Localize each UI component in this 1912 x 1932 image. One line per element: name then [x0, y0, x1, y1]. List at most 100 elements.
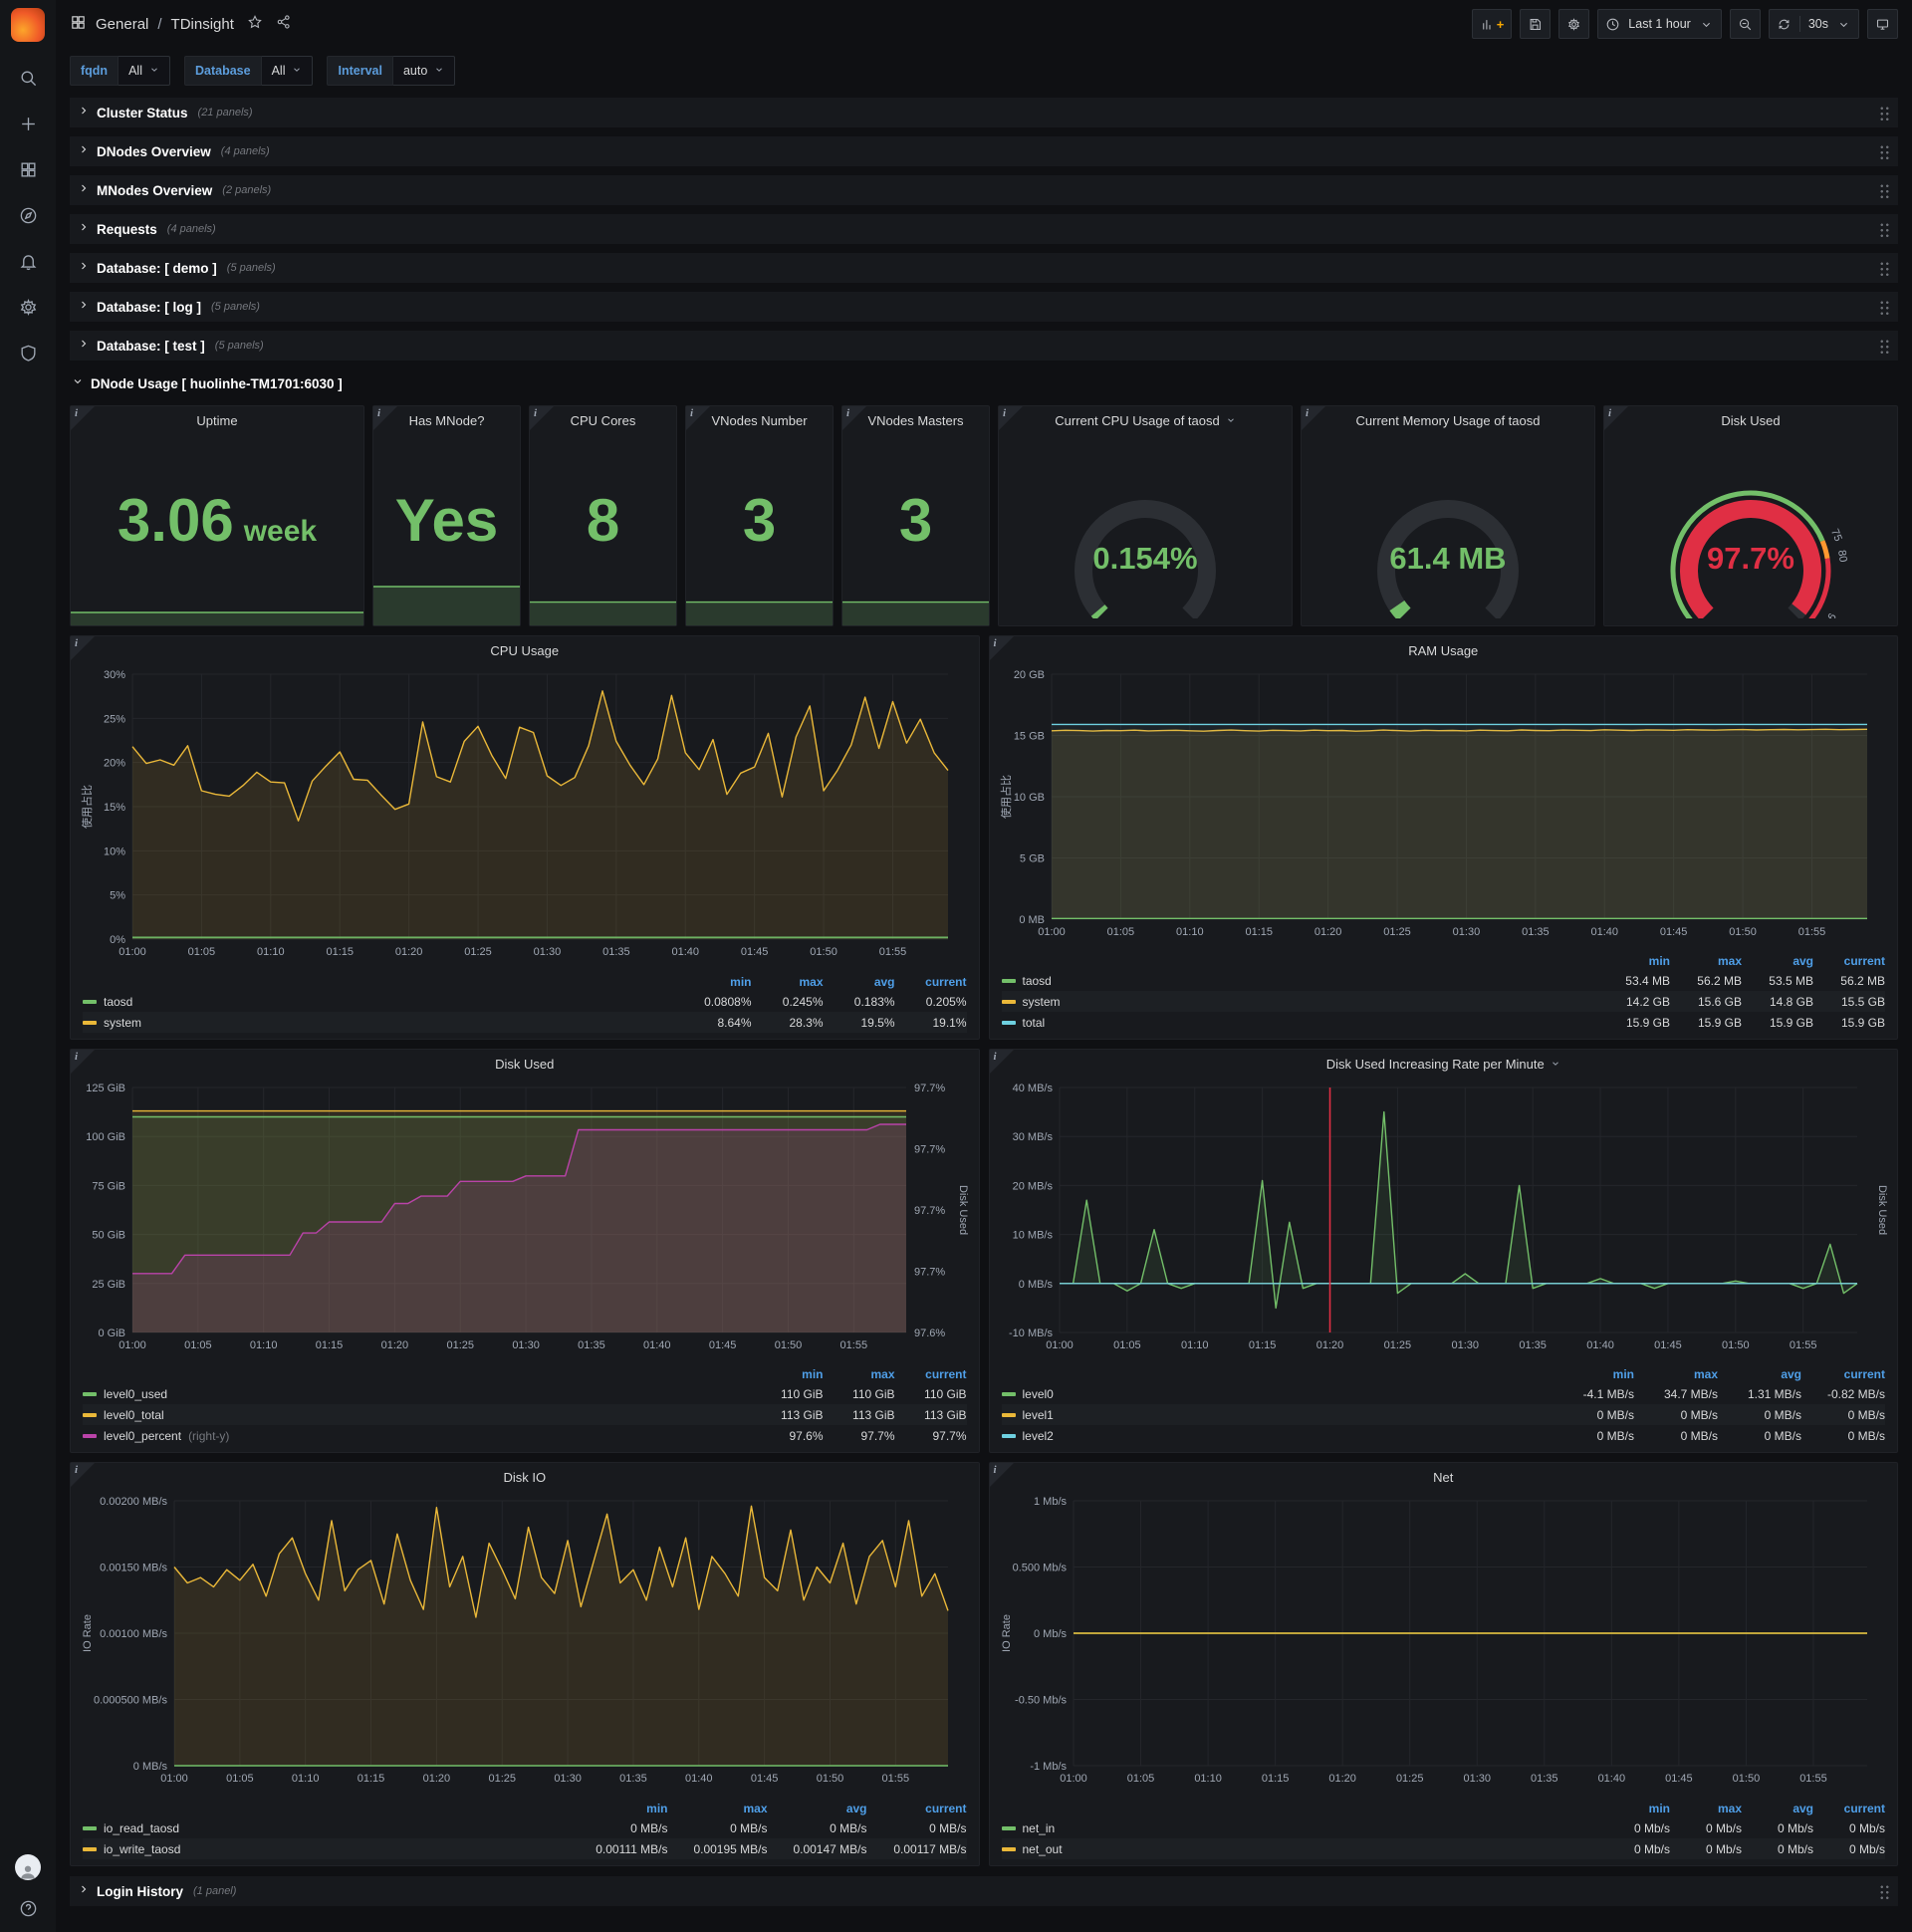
legend-series-name[interactable]: level0_used [83, 1387, 752, 1401]
legend-series-name[interactable]: level2 [1001, 1429, 1552, 1443]
panel-title[interactable]: Current Memory Usage of taosd [1302, 406, 1594, 434]
panel-info-icon[interactable]: i [989, 1050, 1014, 1074]
dashboard-row[interactable]: Database: [ log ] (5 panels) [70, 292, 1898, 322]
panel-title[interactable]: Net [998, 1463, 1890, 1491]
legend-column-header[interactable]: current [895, 975, 966, 989]
panel-title[interactable]: RAM Usage [998, 636, 1890, 664]
panel-info-icon[interactable]: i [989, 1463, 1014, 1487]
server-admin-shield-icon[interactable] [18, 343, 38, 362]
panel-title[interactable]: Disk Used Increasing Rate per Minute [998, 1050, 1890, 1078]
legend-column-header[interactable]: max [824, 1367, 894, 1381]
cycle-view-mode-button[interactable] [1867, 9, 1898, 39]
grafana-logo[interactable] [11, 8, 45, 42]
row-drag-handle[interactable] [1879, 338, 1890, 354]
legend-series-name[interactable]: net_in [1001, 1821, 1599, 1835]
legend-series-name[interactable]: level0 [1001, 1387, 1552, 1401]
legend-column-header[interactable]: current [895, 1367, 966, 1381]
legend-column-header[interactable]: current [1813, 954, 1885, 968]
share-icon[interactable] [276, 14, 292, 34]
star-icon[interactable] [247, 14, 263, 34]
dashboard-row[interactable]: Requests (4 panels) [70, 214, 1898, 244]
panel-title[interactable]: Disk IO [79, 1463, 971, 1491]
panel-title[interactable]: Uptime [71, 406, 363, 434]
help-icon[interactable] [18, 1898, 38, 1918]
legend-series-name[interactable]: level0_total [83, 1408, 752, 1422]
variable-label[interactable]: fqdn [70, 56, 120, 86]
variable-value-dropdown[interactable]: All [261, 56, 314, 86]
row-drag-handle[interactable] [1879, 105, 1890, 121]
legend-column-header[interactable]: avg [768, 1802, 867, 1815]
variable-label[interactable]: Database [183, 56, 262, 86]
search-icon[interactable] [18, 68, 38, 88]
row-dnode-usage[interactable]: DNode Usage [ huolinhe-TM1701:6030 ] [70, 369, 1898, 397]
panel-info-icon[interactable]: i [842, 406, 866, 430]
variable-label[interactable]: Interval [327, 56, 393, 86]
legend-series-name[interactable]: io_write_taosd [83, 1842, 569, 1856]
panel-info-icon[interactable]: i [686, 406, 710, 430]
legend-series-name[interactable]: system [83, 1016, 680, 1030]
dashboard-row[interactable]: Database: [ test ] (5 panels) [70, 331, 1898, 361]
legend-column-header[interactable]: max [1634, 1367, 1718, 1381]
legend-series-name[interactable]: level1 [1001, 1408, 1552, 1422]
breadcrumb-folder[interactable]: General [96, 16, 148, 33]
legend-column-header[interactable]: current [1801, 1367, 1885, 1381]
panel-info-icon[interactable]: i [71, 1463, 95, 1487]
row-drag-handle[interactable] [1879, 221, 1890, 237]
panel-info-icon[interactable]: i [71, 406, 95, 430]
row-drag-handle[interactable] [1879, 182, 1890, 198]
row-drag-handle[interactable] [1879, 299, 1890, 315]
panel-info-icon[interactable]: i [71, 1050, 95, 1074]
panel-info-icon[interactable]: i [71, 636, 95, 660]
zoom-out-time-button[interactable] [1729, 9, 1761, 39]
legend-column-header[interactable]: min [752, 1367, 823, 1381]
configuration-gear-icon[interactable] [18, 297, 38, 317]
legend-column-header[interactable]: min [1551, 1367, 1634, 1381]
legend-column-header[interactable]: avg [1718, 1367, 1801, 1381]
variable-value-dropdown[interactable]: auto [392, 56, 456, 86]
variable-value-dropdown[interactable]: All [119, 56, 170, 86]
legend-column-header[interactable]: current [867, 1802, 966, 1815]
legend-series-name[interactable]: level0_percent (right-y) [83, 1429, 752, 1443]
add-panel-button[interactable]: + [1471, 9, 1513, 39]
breadcrumb-dashboard[interactable]: TDinsight [171, 16, 234, 33]
legend-column-header[interactable]: avg [824, 975, 895, 989]
legend-series-name[interactable]: net_out [1001, 1842, 1599, 1856]
panel-info-icon[interactable]: i [1604, 406, 1628, 430]
dashboard-row[interactable]: Cluster Status (21 panels) [70, 98, 1898, 127]
user-avatar[interactable] [15, 1854, 41, 1880]
dashboard-row[interactable]: DNodes Overview (4 panels) [70, 136, 1898, 166]
panel-title[interactable]: Current CPU Usage of taosd [999, 406, 1292, 434]
legend-column-header[interactable]: min [1598, 954, 1670, 968]
save-dashboard-button[interactable] [1520, 9, 1552, 39]
create-plus-icon[interactable] [18, 114, 38, 133]
refresh-picker[interactable]: 30s [1768, 9, 1859, 39]
dashboard-row[interactable]: Database: [ demo ] (5 panels) [70, 253, 1898, 283]
legend-column-header[interactable]: max [668, 1802, 767, 1815]
dashboard-row[interactable]: MNodes Overview (2 panels) [70, 175, 1898, 205]
panel-info-icon[interactable]: i [373, 406, 397, 430]
explore-compass-icon[interactable] [18, 205, 38, 225]
legend-series-name[interactable]: taosd [83, 995, 680, 1009]
time-range-picker[interactable]: Last 1 hour [1597, 9, 1722, 39]
legend-series-name[interactable]: total [1001, 1016, 1599, 1030]
legend-column-header[interactable]: max [1670, 954, 1742, 968]
legend-column-header[interactable]: avg [1742, 1802, 1813, 1815]
legend-column-header[interactable]: min [1598, 1802, 1670, 1815]
alerting-bell-icon[interactable] [18, 251, 38, 271]
dashboards-icon[interactable] [18, 159, 38, 179]
dashboard-settings-button[interactable] [1558, 9, 1590, 39]
row-drag-handle[interactable] [1879, 143, 1890, 159]
panel-info-icon[interactable]: i [530, 406, 554, 430]
panel-info-icon[interactable]: i [989, 636, 1014, 660]
row-drag-handle[interactable] [1879, 260, 1890, 276]
row-login-history[interactable]: Login History (1 panel) [70, 1876, 1898, 1906]
legend-column-header[interactable]: min [680, 975, 751, 989]
panel-title[interactable]: CPU Usage [79, 636, 971, 664]
panel-title[interactable]: Disk Used [79, 1050, 971, 1078]
legend-column-header[interactable]: avg [1742, 954, 1813, 968]
legend-column-header[interactable]: max [1670, 1802, 1742, 1815]
legend-series-name[interactable]: system [1001, 995, 1599, 1009]
legend-series-name[interactable]: io_read_taosd [83, 1821, 569, 1835]
legend-column-header[interactable]: min [569, 1802, 667, 1815]
legend-column-header[interactable]: current [1813, 1802, 1885, 1815]
